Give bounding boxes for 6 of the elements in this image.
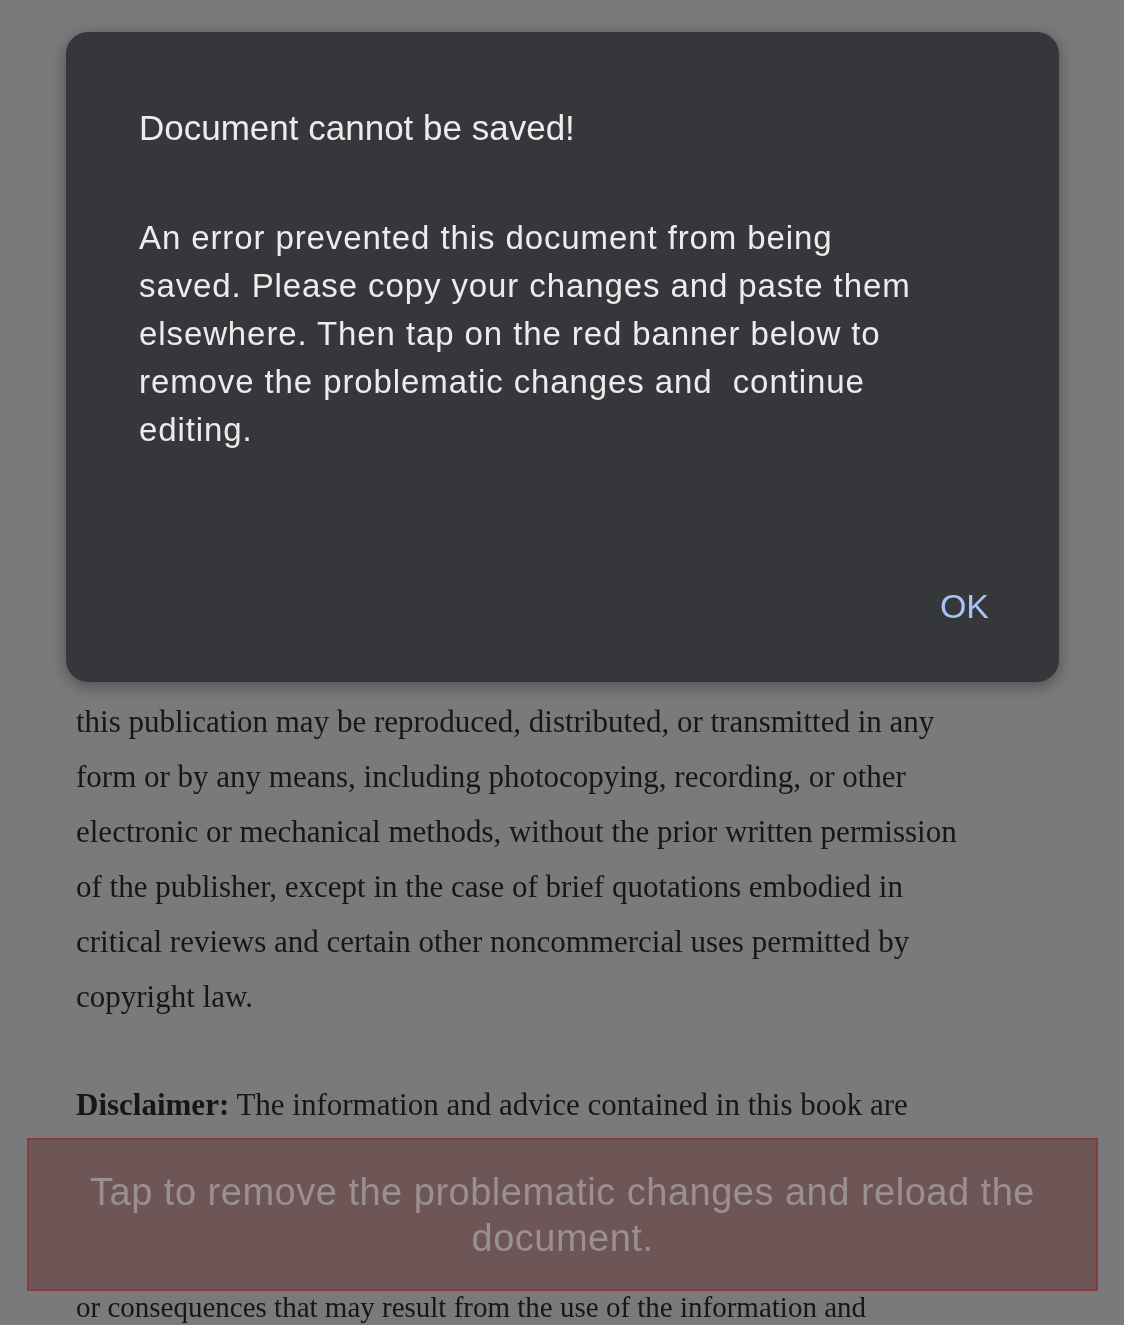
dialog-message: An error prevented this document from being saved. Please copy your changes and paste them elsewhere. Then tap on the red banner below to remove the problematic changes and continue editing.	[139, 218, 912, 450]
ok-button[interactable]: OK	[935, 581, 993, 632]
paragraph: or consequences that may result from the use of the information and	[76, 1291, 867, 1324]
dialog-title: Document cannot be saved!	[139, 107, 576, 149]
paragraph: Disclaimer: The information and advice contained in this book are	[76, 1086, 909, 1124]
paragraph: this publication may be reproduced, distributed, or transmitted in any form or by any means, including photocopying, recording, or other electronic or mechanical methods, without the prior written permission of the publisher, except in the case of brief quotations embodied in critical reviews and certain other noncommercial uses permitted by copyright law.	[76, 703, 958, 1016]
